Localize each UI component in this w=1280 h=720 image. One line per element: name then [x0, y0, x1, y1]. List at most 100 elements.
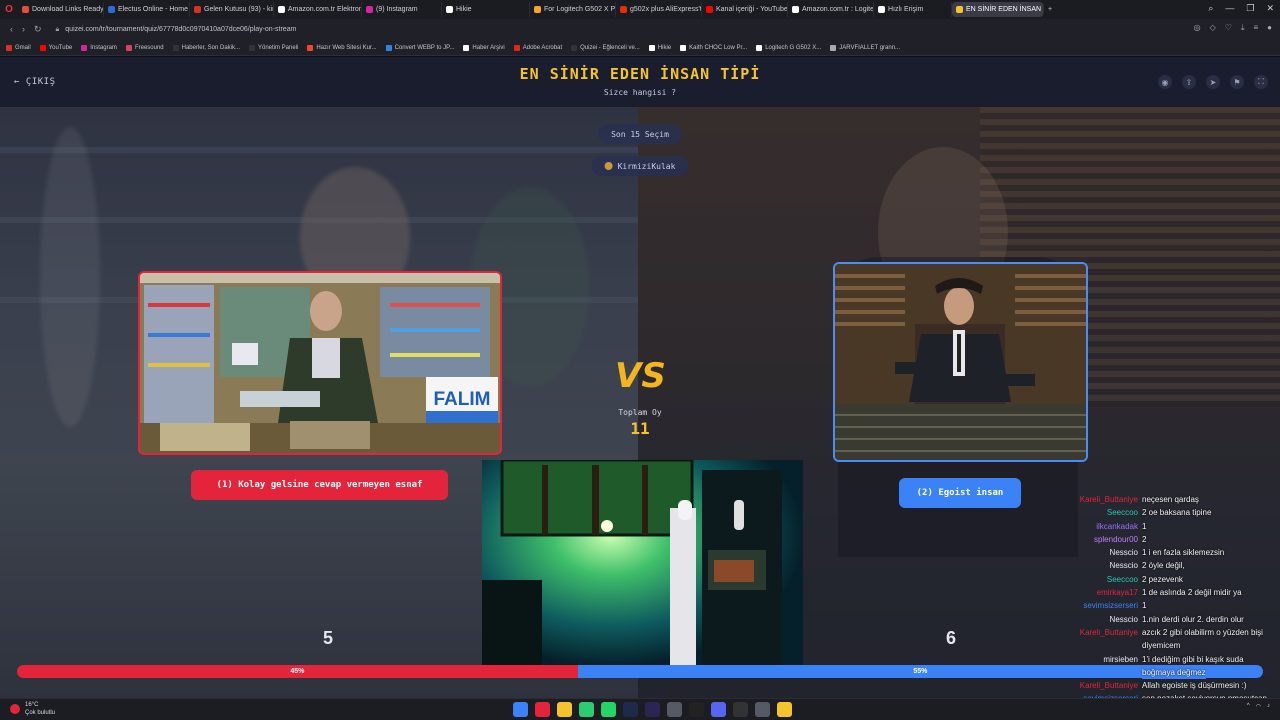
camera-icon[interactable]: ◎ [1194, 23, 1201, 33]
chat-username [1076, 639, 1142, 652]
chat-text: 1 i en fazla siklemezsin [1142, 548, 1225, 558]
app3-icon[interactable] [689, 702, 704, 717]
bookmark-item[interactable]: Haberler, Son Dakik... [172, 44, 240, 51]
bookmark-favicon-icon [81, 44, 88, 51]
browser-tab[interactable]: g502x plus AliExpress'te [616, 2, 702, 17]
audition-icon[interactable] [645, 702, 660, 717]
windows-icon[interactable] [513, 702, 528, 717]
bookmark-label: YouTube [48, 44, 73, 51]
discord-icon[interactable] [711, 702, 726, 717]
bookmark-item[interactable]: Logitech G G502 X... [756, 44, 821, 51]
bookmark-label: Quizei - Eğlenceli ve... [580, 44, 640, 51]
whatsapp-icon[interactable] [601, 702, 616, 717]
option-left-image[interactable]: FALIM [138, 271, 502, 455]
reload-icon[interactable]: ↻ [34, 24, 42, 35]
option-left-votes: 5 [322, 628, 333, 648]
browser-tab[interactable]: Download Links Ready! R [18, 2, 104, 17]
tab-label: EN SİNİR EDEN İNSAN Tİ [966, 6, 1044, 13]
shield-icon[interactable]: ◇ [1210, 23, 1216, 33]
chat-message: splendour00 2 [1076, 533, 1280, 546]
bookmark-item[interactable]: Instagram [81, 44, 117, 51]
browser-tab[interactable]: Gelen Kutusu (93) - kirmiz [190, 2, 274, 17]
tab-favicon-icon [22, 6, 29, 13]
app2-icon[interactable] [667, 702, 682, 717]
option-left-button[interactable]: (1) Kolay gelsine cevap vermeyen esnaf [191, 470, 448, 500]
browser-tab[interactable]: Hikie [442, 2, 530, 17]
bookmark-item[interactable]: Hazır Web Sitesi Kur... [307, 44, 377, 51]
bookmark-favicon-icon [513, 44, 520, 51]
maximize-icon[interactable]: ❐ [1246, 3, 1254, 14]
bookmark-label: JARVFIALLET grann... [839, 44, 901, 51]
chat-message: boğmaya değmez [1076, 665, 1280, 680]
lock-icon: 🔒︎ [55, 25, 60, 33]
bookmark-item[interactable]: JARVFIALLET grann... [830, 44, 901, 51]
back-icon[interactable]: ‹ [10, 24, 13, 35]
quiz-subtitle: Sizce hangisi ? [603, 88, 677, 97]
chat-username: mirsieben [1103, 654, 1138, 664]
browser-tab[interactable]: Hızlı Erişim [874, 2, 952, 17]
eye-icon[interactable]: ◉ [1158, 75, 1172, 89]
tab-label: Amazon.com.tr Elektronik [288, 6, 362, 13]
profile-icon[interactable]: ● [1267, 23, 1272, 33]
browser-tab[interactable]: (9) Instagram [362, 2, 442, 17]
minimize-icon[interactable]: — [1225, 3, 1234, 14]
bookmark-label: Hazır Web Sitesi Kur... [316, 44, 377, 51]
share-icon[interactable]: ⇪ [1182, 75, 1196, 89]
fullscreen-icon[interactable]: ⛶ [1254, 75, 1268, 89]
flag-icon[interactable]: ⚑ [1230, 75, 1244, 89]
bookmark-item[interactable]: Yönetim Paneli [248, 44, 298, 51]
opera-icon[interactable] [535, 702, 550, 717]
last-picks-button[interactable]: Son 15 Seçim [598, 124, 682, 144]
tab-label: (9) Instagram [376, 6, 418, 13]
tab-strip: Download Links Ready! R Electus Online - … [18, 2, 1044, 17]
bookmark-item[interactable]: Hikie [648, 44, 671, 51]
bookmark-item[interactable]: Kaith CHOC Low Pr... [680, 44, 747, 51]
browser-tab[interactable]: Kanal içeriği - YouTube St [702, 2, 788, 17]
search-icon[interactable]: ⌕ [1208, 3, 1213, 14]
browser-tab[interactable]: Electus Online - Home [104, 2, 190, 17]
obs-icon[interactable] [733, 702, 748, 717]
chat-username: splendour00 [1093, 534, 1138, 544]
quiz-stage: ← ÇIKIŞ EN SİNİR EDEN İNSAN TİPİ Sizce h… [0, 57, 1280, 698]
menu-icon[interactable]: ≡ [1253, 23, 1258, 33]
extension-icons: ◎ ◇ ♡ ⤓ ≡ ● [1194, 23, 1272, 33]
bookmark-item[interactable]: Quizei - Eğlenceli ve... [571, 44, 640, 51]
new-tab-button[interactable]: + [1044, 2, 1056, 17]
bookmark-favicon-icon [830, 44, 837, 51]
folder-icon[interactable] [557, 702, 572, 717]
notes-icon[interactable] [777, 702, 792, 717]
bookmark-item[interactable]: Freesound [125, 44, 164, 51]
opera-logo-icon[interactable]: O [0, 0, 18, 19]
send-icon[interactable]: ➤ [1206, 75, 1220, 89]
browser-tab[interactable]: Amazon.com.tr Elektronik [274, 2, 362, 17]
weather-widget[interactable]: 16°C Çok bulutlu [10, 701, 55, 717]
quiz-title: EN SİNİR EDEN İNSAN TİPİ [519, 65, 761, 83]
bookmark-item[interactable]: Gmail [6, 44, 31, 51]
download-icon[interactable]: ⤓ [1241, 23, 1245, 33]
bookmark-item[interactable]: Haber Arşivi [463, 44, 505, 51]
wifi-icon[interactable]: ◠ [1256, 703, 1261, 710]
browser-tab[interactable]: EN SİNİR EDEN İNSAN Tİ [952, 2, 1044, 17]
chat-text: 2 pezevenk [1142, 574, 1183, 584]
close-icon[interactable]: ✕ [1266, 3, 1274, 14]
forward-icon[interactable]: › [22, 24, 25, 35]
app4-icon[interactable] [755, 702, 770, 717]
volume-icon[interactable]: ♪ [1267, 703, 1270, 710]
bookmarks-bar: Gmail YouTube Instagram Freesound Haberler, … [0, 40, 1280, 56]
chat-username: ilkcankadak [1096, 521, 1138, 531]
bookmark-item[interactable]: Adobe Acrobat [513, 44, 562, 51]
browser-tab[interactable]: For Logitech G502 X PLUS [530, 2, 616, 17]
bookmark-item[interactable]: Convert WEBP to JP... [385, 44, 454, 51]
browser-tab[interactable]: Amazon.com.tr : Logitech [788, 2, 874, 17]
tab-label: Amazon.com.tr : Logitech [802, 6, 874, 13]
bookmark-item[interactable]: YouTube [39, 44, 73, 51]
app-icon[interactable] [579, 702, 594, 717]
option-right-button[interactable]: (2) Egoist insan [899, 478, 1021, 508]
chat-message: Seeccoo 2 pezevenk [1076, 573, 1280, 586]
chat-text: 1'i dediğim gibi bi kaşık suda [1142, 654, 1244, 664]
url-field[interactable]: 🔒︎ quizei.com/tr/tournament/quiz/67778d0… [56, 22, 297, 37]
heart-icon[interactable]: ♡ [1225, 23, 1232, 33]
chevron-up-icon[interactable]: ^ [1247, 703, 1250, 710]
option-right-image[interactable] [833, 262, 1088, 462]
photoshop-icon[interactable] [623, 702, 638, 717]
